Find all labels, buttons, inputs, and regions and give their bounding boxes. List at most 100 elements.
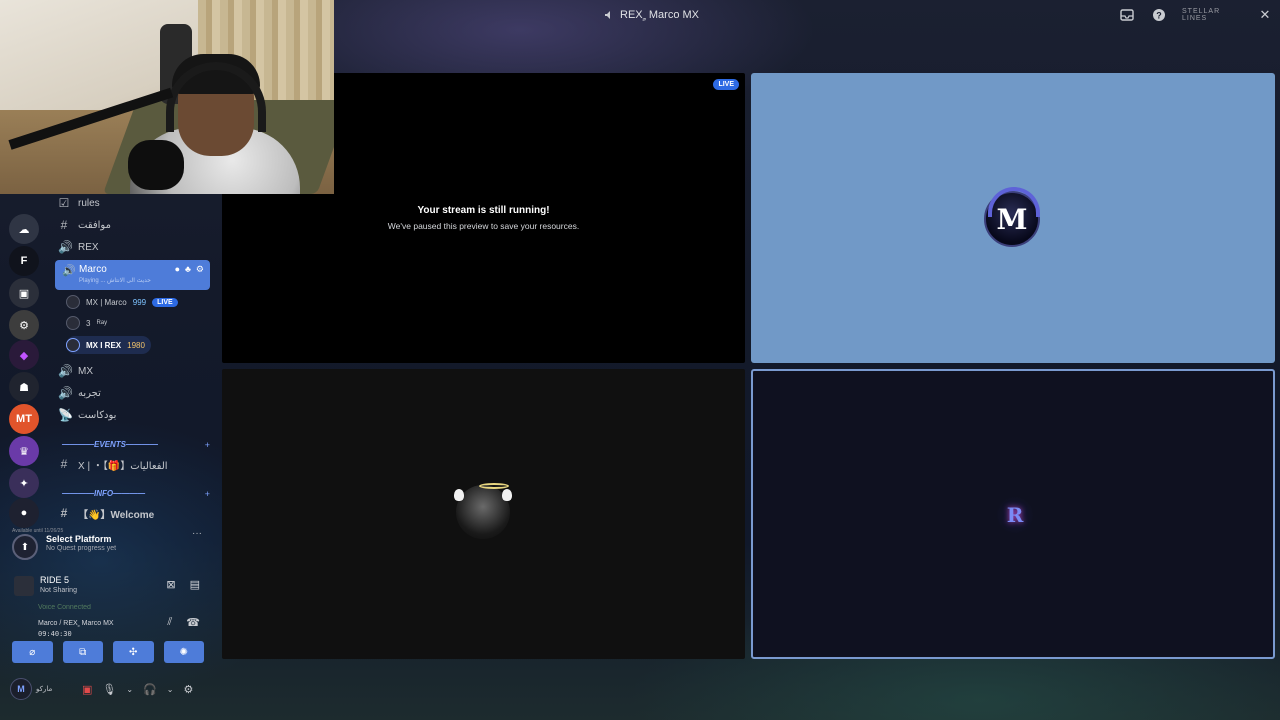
title-bar: REX ٍ Marco MX ? STELLAR LINES ✕ bbox=[334, 0, 1280, 30]
user-name: ماركو bbox=[36, 686, 53, 693]
headphones-icon bbox=[988, 187, 1040, 217]
channel-item-active[interactable]: 🔊 Marco Playing ... حديث الى الانتاش ● ♣… bbox=[55, 260, 210, 290]
member-name: MX | Marco bbox=[86, 297, 127, 307]
channel-label: MX bbox=[78, 365, 93, 377]
channel-actions: ● ♣ ⚙ bbox=[175, 264, 204, 275]
disconnect-icon[interactable]: ☎ bbox=[186, 616, 200, 629]
voice-member[interactable]: MX I REX 1980 bbox=[66, 336, 151, 354]
channel-label: بودكاست bbox=[78, 409, 117, 421]
window-controls-icon[interactable]: STELLAR LINES bbox=[1182, 6, 1242, 24]
channel-item[interactable]: 📡 بودكاست bbox=[58, 406, 116, 424]
quest-card[interactable]: Available until 11/26/25 ⬆ Select Platfo… bbox=[6, 524, 214, 564]
window-title: REX ٍ Marco MX bbox=[604, 8, 699, 21]
halo-icon bbox=[479, 483, 509, 489]
voice-connected-label: Voice Connected bbox=[38, 604, 91, 611]
channel-item[interactable]: 🔊 REX bbox=[58, 238, 99, 256]
participant-tile[interactable]: M bbox=[751, 73, 1275, 363]
help-icon[interactable]: ? bbox=[1150, 6, 1168, 24]
soundboard-button[interactable]: ✺ bbox=[163, 641, 204, 663]
stop-share-icon[interactable]: ⊠ bbox=[166, 578, 175, 591]
voice-status: Voice Connected Marco / REX ٍ Marco MX 0… bbox=[14, 604, 214, 640]
channel-label: موافقت bbox=[78, 219, 111, 231]
channel-list: ☑ rules # موافقت 🔊 REX 🔊 Marco Playing .… bbox=[52, 192, 220, 522]
live-badge: LIVE bbox=[152, 297, 178, 307]
gear-icon[interactable]: ⚙ bbox=[183, 683, 193, 696]
chevron-down-icon[interactable]: ⌄ bbox=[167, 685, 174, 694]
category-events[interactable]: ————EVENTS———— bbox=[62, 440, 158, 449]
avatar-letter: R bbox=[1006, 503, 1024, 527]
watermark: STELLAR LINES bbox=[1182, 8, 1221, 22]
voice-member[interactable]: MX | Marco 999 LIVE bbox=[66, 293, 178, 311]
user-controls: ▣ 🎙 ⌄ 🎧 ⌄ ⚙ bbox=[82, 683, 193, 696]
voice-timer: 09:40:30 bbox=[38, 630, 72, 638]
plus-icon[interactable]: + bbox=[205, 440, 210, 450]
activity-title: RIDE 5 bbox=[40, 575, 70, 585]
server-icon[interactable]: ◆ bbox=[9, 340, 39, 370]
window-title-text: REX ٍ Marco MX bbox=[620, 9, 700, 21]
paused-subtitle: We've paused this preview to save your r… bbox=[387, 221, 580, 231]
stage-icon: 📡 bbox=[58, 408, 73, 422]
chat-icon[interactable]: ● bbox=[175, 264, 180, 275]
clapperboard-icon[interactable]: ▤ bbox=[190, 578, 200, 591]
member-badge: 999 bbox=[132, 297, 147, 307]
channel-item[interactable]: ☑ rules bbox=[58, 194, 100, 212]
invite-icon[interactable]: ♣ bbox=[185, 264, 191, 275]
activity-subtitle: Not Sharing bbox=[40, 587, 77, 594]
game-icon bbox=[14, 576, 34, 596]
channel-item[interactable]: # 【👋】Welcome bbox=[58, 504, 155, 522]
chevron-down-icon[interactable]: ⌄ bbox=[126, 685, 133, 694]
active-channel-status: Playing ... حديث الى الانتاش bbox=[79, 278, 151, 284]
participant-tile[interactable] bbox=[222, 369, 745, 659]
server-icon[interactable]: ☁ bbox=[9, 214, 39, 244]
top-icons: ? STELLAR LINES ✕ bbox=[1118, 6, 1274, 24]
server-icon[interactable]: ✦ bbox=[9, 468, 39, 498]
channel-label: REX bbox=[78, 241, 99, 253]
server-icon[interactable]: ▣ bbox=[9, 278, 39, 308]
channel-label: 【👋】Welcome bbox=[78, 509, 155, 521]
wing-icon bbox=[502, 489, 512, 501]
server-icon[interactable]: MT bbox=[9, 404, 39, 434]
speaker-icon bbox=[605, 10, 610, 19]
channel-label: rules bbox=[78, 197, 100, 209]
speaker-icon: 🔊 bbox=[58, 386, 73, 400]
microphone-icon[interactable]: 🎙 bbox=[102, 683, 116, 696]
gear-icon[interactable]: ⚙ bbox=[196, 264, 204, 275]
hashtag-icon: # bbox=[60, 457, 68, 471]
voice-member[interactable]: 3 Ray bbox=[66, 314, 107, 332]
channel-item[interactable]: # X | ・【🎁】الفعاليات bbox=[58, 455, 168, 473]
activities-button[interactable]: ✣ bbox=[113, 641, 154, 663]
microphone bbox=[128, 140, 184, 190]
channel-item[interactable]: 🔊 تجربه bbox=[58, 384, 101, 402]
camera-off-button[interactable]: ⌀ bbox=[12, 641, 53, 663]
camera-icon[interactable]: ▣ bbox=[82, 683, 92, 696]
server-icon[interactable]: ⚙ bbox=[9, 310, 39, 340]
speaker-icon: 🔊 bbox=[58, 240, 73, 254]
active-channel-label: Marco bbox=[79, 264, 107, 275]
category-info[interactable]: ————INFO———— bbox=[62, 489, 145, 498]
inbox-icon[interactable] bbox=[1118, 6, 1136, 24]
webcam-overlay bbox=[0, 0, 334, 194]
channel-item[interactable]: # موافقت bbox=[58, 216, 111, 234]
channel-label: تجربه bbox=[78, 387, 101, 399]
avatar[interactable]: M bbox=[10, 678, 32, 700]
wing-icon bbox=[454, 489, 464, 501]
close-icon[interactable]: ✕ bbox=[1256, 6, 1274, 24]
member-badge: 1980 bbox=[127, 340, 145, 350]
activity-panel: RIDE 5 Not Sharing ⊠ ▤ bbox=[14, 572, 214, 602]
voice-channel[interactable]: Marco / REX ٍ Marco MX bbox=[38, 619, 114, 627]
server-icon[interactable]: F bbox=[9, 246, 39, 276]
noise-suppression-icon[interactable]: ⫽ bbox=[167, 616, 172, 629]
screen-share-button[interactable]: ⧉ bbox=[62, 641, 103, 663]
participant-tile[interactable]: R bbox=[751, 369, 1275, 659]
channel-item[interactable]: 🔊 MX bbox=[58, 362, 93, 380]
avatar bbox=[66, 316, 80, 330]
server-icon[interactable]: ☗ bbox=[9, 372, 39, 402]
server-icon[interactable]: ♛ bbox=[9, 436, 39, 466]
channel-label: X | ・【🎁】الفعاليات bbox=[78, 460, 168, 472]
headphones-icon[interactable]: 🎧 bbox=[143, 683, 157, 696]
more-icon[interactable]: ··· bbox=[192, 528, 202, 539]
user-panel: M ماركو ▣ 🎙 ⌄ 🎧 ⌄ ⚙ bbox=[10, 676, 220, 702]
hashtag-icon: # bbox=[60, 218, 68, 232]
member-name: MX I REX bbox=[86, 340, 122, 350]
plus-icon[interactable]: + bbox=[205, 489, 210, 499]
